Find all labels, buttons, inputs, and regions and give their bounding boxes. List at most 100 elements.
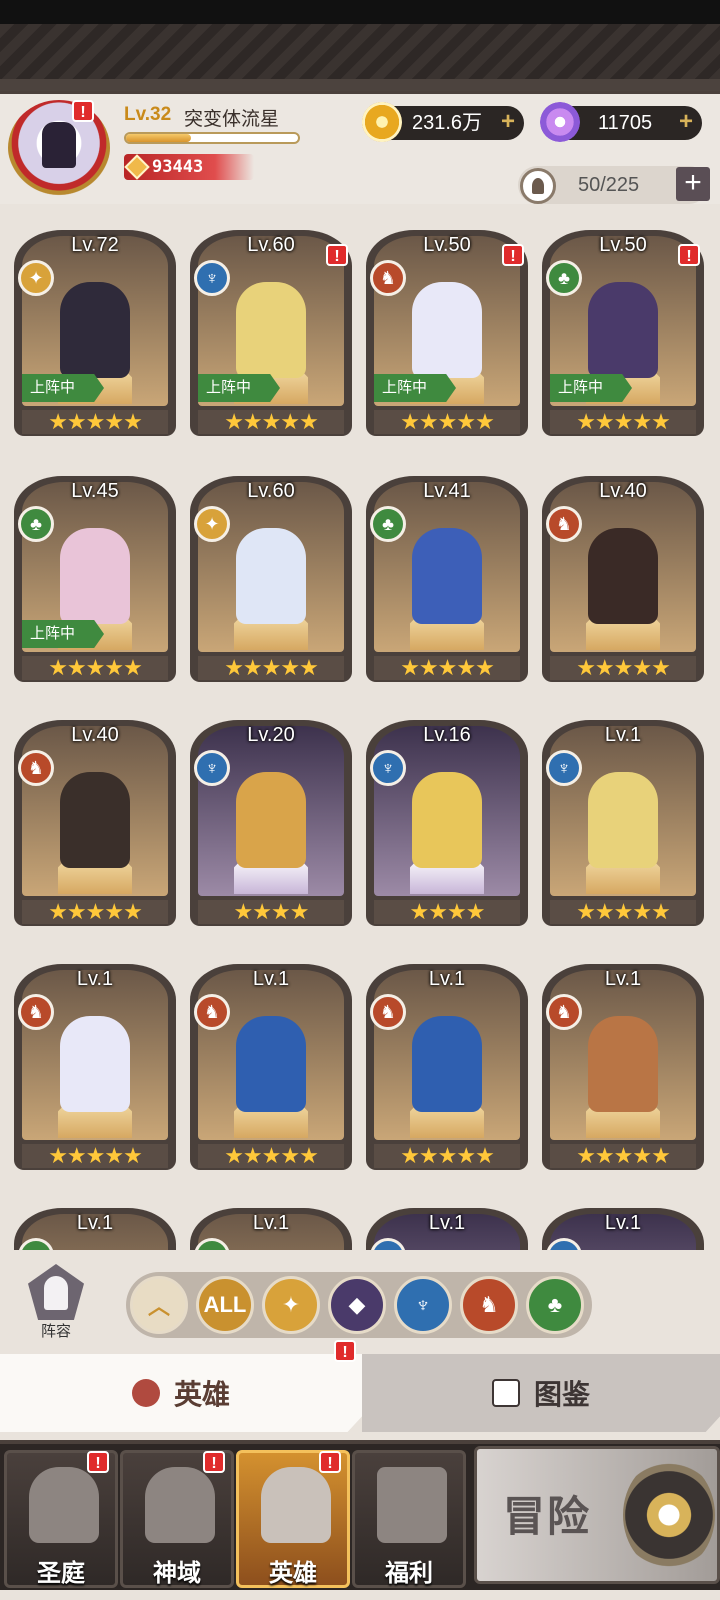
star-rating: ★★★★★ [198, 410, 344, 434]
hero-level: Lv.1 [76, 1212, 114, 1234]
on-team-tag: 上阵中 [374, 374, 456, 402]
power-gem-icon [124, 154, 150, 180]
xp-bar [124, 132, 300, 144]
star-rating: ★★★★★ [550, 1144, 696, 1168]
hero-card[interactable]: Lv.1 ♞ ★★★★★ [14, 950, 176, 1170]
star-rating: ★★★★★ [550, 410, 696, 434]
star-rating: ★★★★★ [550, 656, 696, 680]
filter-light-button[interactable]: ✦ [262, 1276, 320, 1334]
hero-card[interactable]: Lv.40 ♞ ★★★★★ [542, 462, 704, 682]
hero-card[interactable]: Lv.1 ♞ ★★★★★ [366, 950, 528, 1170]
hero-level: Lv.60 [247, 480, 295, 502]
hero-level: Lv.1 [604, 724, 642, 746]
nav-heroes[interactable]: 英雄 ! [236, 1450, 350, 1588]
nav-divine[interactable]: 神域 ! [120, 1450, 234, 1588]
filter-up-button[interactable]: ︿ [130, 1276, 188, 1334]
adventure-label: 冒险 [503, 1493, 592, 1540]
tab-codex[interactable]: 图鉴 [362, 1354, 720, 1432]
hero-sprite [236, 772, 306, 868]
hero-sprite [60, 282, 130, 378]
hero-card[interactable]: Lv.72 ✦ 上阵中 ★★★★★ [14, 216, 176, 436]
hero-card[interactable]: Lv.1 ♞ ★★★★★ [190, 950, 352, 1170]
gold-add-icon[interactable]: + [498, 110, 518, 134]
star-rating: ★★★★ [374, 900, 520, 924]
hero-card[interactable]: Lv.16 ♆ ★★★★ [366, 706, 528, 926]
frost-faction-icon: ♆ [194, 750, 230, 786]
hero-sprite [412, 282, 482, 378]
on-team-tag: 上阵中 [22, 620, 104, 648]
hero-sprite [412, 772, 482, 868]
on-team-tag: 上阵中 [198, 374, 280, 402]
capacity-add-button[interactable]: + [676, 167, 710, 201]
hero-card[interactable]: Lv.1 ♞ ★★★★★ [542, 950, 704, 1170]
beast-faction-icon: ♞ [370, 260, 406, 296]
hero-card[interactable]: Lv.40 ♞ ★★★★★ [14, 706, 176, 926]
tab-heroes[interactable]: 英雄 [0, 1354, 362, 1432]
nav-sanctuary-alert: ! [87, 1451, 109, 1473]
all-icon: ALL [203, 1292, 247, 1317]
hero-alert-badge: ! [502, 244, 524, 266]
beast-faction-icon: ♞ [194, 994, 230, 1030]
star-rating: ★★★★★ [22, 900, 168, 924]
hero-card[interactable]: Lv.60 ✦ ★★★★★ [190, 462, 352, 682]
hero-sprite [236, 282, 306, 378]
codex-book-icon [491, 1379, 520, 1407]
hero-card[interactable]: Lv.50 ♣! 上阵中 ★★★★★ [542, 216, 704, 436]
filter-beast-button[interactable]: ♞ [460, 1276, 518, 1334]
hero-level: Lv.40 [599, 480, 647, 502]
hero-card[interactable]: Lv.1♆★★★★★ [542, 1194, 704, 1250]
hero-alert-badge: ! [326, 244, 348, 266]
filter-frost-button[interactable]: ♆ [394, 1276, 452, 1334]
nav-welfare-label: 福利 [385, 1560, 433, 1587]
beast-faction-icon: ♞ [479, 1292, 499, 1317]
beast-faction-icon: ♞ [18, 994, 54, 1030]
hero-card[interactable]: Lv.1♣★★★★★ [190, 1194, 352, 1250]
divine-crystal-icon [145, 1467, 215, 1543]
hero-sprite [60, 1016, 130, 1112]
formation-button[interactable]: 阵容 [22, 1264, 90, 1344]
diamond-counter[interactable]: 11705 + [540, 102, 702, 142]
adventure-button[interactable]: 冒险 [474, 1446, 720, 1584]
hero-card[interactable]: Lv.1♆★★★★★ [366, 1194, 528, 1250]
nav-heroes-label: 英雄 [269, 1560, 317, 1587]
hero-capacity: 50/225 + [518, 166, 710, 204]
star-rating: ★★★★★ [22, 410, 168, 434]
power-value: 93443 [152, 157, 204, 177]
star-rating: ★★★★★ [198, 656, 344, 680]
frost-faction-icon: ♆ [414, 1292, 432, 1317]
star-rating: ★★★★★ [374, 410, 520, 434]
light-faction-icon: ✦ [194, 506, 230, 542]
hero-card[interactable]: Lv.1♆★★★★★ [542, 706, 704, 926]
gold-counter[interactable]: 231.6万 + [362, 102, 524, 142]
forest-faction-icon: ♣ [547, 1292, 563, 1317]
hero-card[interactable]: Lv.60 ♆! 上阵中 ★★★★★ [190, 216, 352, 436]
nav-welfare[interactable]: 福利 [352, 1450, 466, 1588]
hero-card[interactable]: Lv.45 ♣ 上阵中 ★★★★★ [14, 462, 176, 682]
gold-coin-icon [362, 102, 402, 142]
hero-level: Lv.20 [247, 724, 295, 746]
hero-helmet-icon [261, 1467, 331, 1543]
hero-card[interactable]: Lv.50 ♞! 上阵中 ★★★★★ [366, 216, 528, 436]
nav-divine-alert: ! [203, 1451, 225, 1473]
hero-level: Lv.72 [71, 234, 119, 256]
hero-sprite [236, 528, 306, 624]
hero-level: Lv.1 [252, 968, 290, 990]
nav-sanctuary[interactable]: 圣庭 ! [4, 1450, 118, 1588]
hero-grid: Lv.72 ✦ 上阵中 ★★★★★ Lv.60 ♆! 上阵中 ★★★★★ Lv.50 ♞! 上阵中 ★… [0, 210, 720, 1250]
hero-card[interactable]: Lv.1♣★★★★★ [14, 1194, 176, 1250]
star-rating: ★★★★★ [550, 900, 696, 924]
filter-forest-button[interactable]: ♣ [526, 1276, 584, 1334]
nav-sanctuary-label: 圣庭 [37, 1560, 85, 1587]
hero-sprite [412, 1016, 482, 1112]
hero-card[interactable]: Lv.20 ♆ ★★★★ [190, 706, 352, 926]
hero-card[interactable]: Lv.41 ♣ ★★★★★ [366, 462, 528, 682]
hero-list-screen: ! Lv.32 突变体流星 93443 231.6万 + 11705 + 50/… [0, 0, 720, 1600]
filter-dark-button[interactable]: ◆ [328, 1276, 386, 1334]
hero-sprite [588, 528, 658, 624]
player-avatar[interactable] [8, 100, 110, 196]
star-rating: ★★★★★ [198, 1144, 344, 1168]
diamond-add-icon[interactable]: + [676, 110, 696, 134]
filter-all-button[interactable]: ALL [196, 1276, 254, 1334]
capacity-text: 50/225 [578, 174, 640, 196]
hero-level: Lv.45 [71, 480, 119, 502]
